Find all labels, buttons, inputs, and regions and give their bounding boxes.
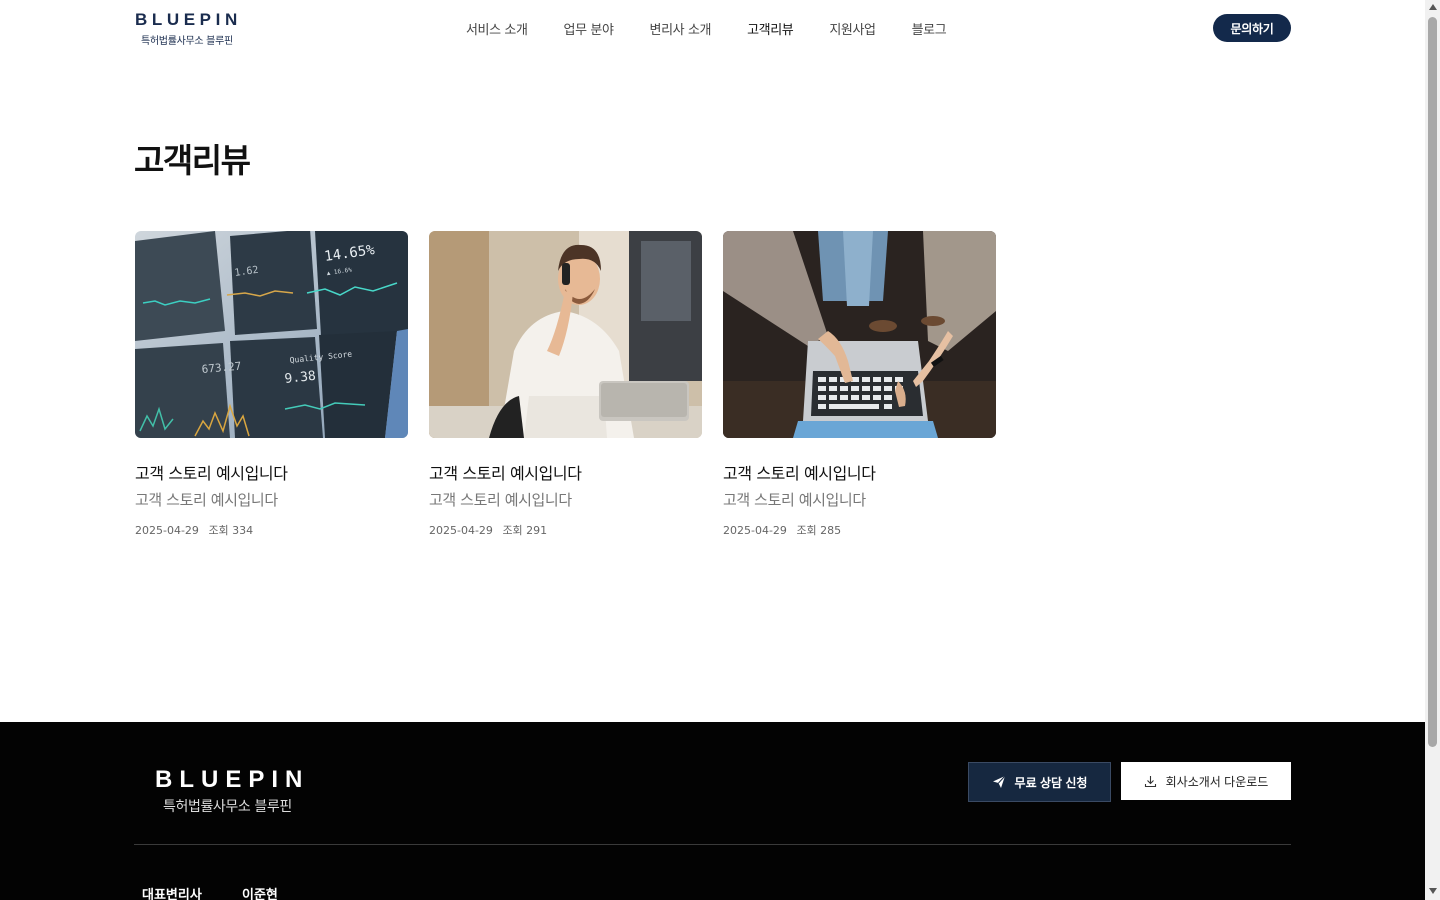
footer-logo-wordmark: BLUEPIN xyxy=(155,766,310,793)
free-consultation-button[interactable]: 무료 상담 신청 xyxy=(968,762,1111,802)
page-scrollbar[interactable] xyxy=(1425,0,1440,900)
send-icon xyxy=(992,775,1005,788)
nav-item-blog[interactable]: 블로그 xyxy=(912,19,947,38)
site-header: BLUEPIN 특허법률사무소 블루핀 서비스 소개 업무 분야 변리사 소개 … xyxy=(0,0,1425,60)
card-views: 조회 285 xyxy=(796,524,842,537)
card-subtitle: 고객 스토리 예시입니다 xyxy=(135,491,278,509)
scrollbar-thumb[interactable] xyxy=(1428,17,1437,747)
footer-logo-subtitle: 특허법률사무소 블루핀 xyxy=(163,799,292,815)
footer-divider xyxy=(134,844,1291,845)
site-logo[interactable]: BLUEPIN 특허법률사무소 블루핀 xyxy=(135,10,242,47)
card-meta: 2025-04-29 조회 291 xyxy=(429,522,553,538)
card-title: 고객 스토리 예시입니다 xyxy=(723,464,876,483)
page-title: 고객리뷰 xyxy=(134,141,251,180)
logo-wordmark: BLUEPIN xyxy=(135,10,242,29)
nav-item-services[interactable]: 서비스 소개 xyxy=(466,19,528,38)
inquiry-button[interactable]: 문의하기 xyxy=(1213,14,1291,42)
representative-name: 이준현 xyxy=(242,888,278,900)
scroll-up-arrow-icon[interactable] xyxy=(1429,4,1437,10)
card-title: 고객 스토리 예시입니다 xyxy=(429,464,582,483)
review-card[interactable]: 14.65% ▲ 16.6% 1.62 Quality Score 9.38 6… xyxy=(135,231,408,537)
main-nav: 서비스 소개 업무 분야 변리사 소개 고객리뷰 지원사업 블로그 xyxy=(466,19,982,38)
site-footer: BLUEPIN 특허법률사무소 블루핀 무료 상담 신청 회사소개서 다운로드 … xyxy=(0,722,1425,900)
nav-item-reviews[interactable]: 고객리뷰 xyxy=(747,19,794,38)
card-date: 2025-04-29 xyxy=(135,524,199,537)
download-brochure-button[interactable]: 회사소개서 다운로드 xyxy=(1121,762,1291,800)
card-views: 조회 334 xyxy=(208,524,254,537)
card-views: 조회 291 xyxy=(502,524,548,537)
review-card[interactable]: 고객 스토리 예시입니다 고객 스토리 예시입니다 2025-04-29 조회 … xyxy=(429,231,702,537)
card-meta: 2025-04-29 조회 285 xyxy=(723,522,847,538)
team-laptop-photo xyxy=(723,231,996,438)
download-icon xyxy=(1144,775,1156,787)
free-consultation-label: 무료 상담 신청 xyxy=(1014,775,1088,790)
card-date: 2025-04-29 xyxy=(429,524,493,537)
stock-dashboard-photo: 14.65% ▲ 16.6% 1.62 Quality Score 9.38 6… xyxy=(135,231,408,438)
man-on-phone-photo xyxy=(429,231,702,438)
nav-item-support-programs[interactable]: 지원사업 xyxy=(829,19,876,38)
nav-item-practice-areas[interactable]: 업무 분야 xyxy=(564,19,614,38)
download-brochure-label: 회사소개서 다운로드 xyxy=(1165,774,1269,789)
review-card[interactable]: 고객 스토리 예시입니다 고객 스토리 예시입니다 2025-04-29 조회 … xyxy=(723,231,996,537)
card-subtitle: 고객 스토리 예시입니다 xyxy=(429,491,572,509)
nav-item-attorneys[interactable]: 변리사 소개 xyxy=(650,19,712,38)
logo-subtitle: 특허법률사무소 블루핀 xyxy=(141,36,233,47)
card-date: 2025-04-29 xyxy=(723,524,787,537)
card-meta: 2025-04-29 조회 334 xyxy=(135,522,259,538)
representative-label: 대표변리사 xyxy=(142,888,202,900)
card-subtitle: 고객 스토리 예시입니다 xyxy=(723,491,866,509)
card-title: 고객 스토리 예시입니다 xyxy=(135,464,288,483)
scroll-down-arrow-icon[interactable] xyxy=(1429,888,1437,894)
